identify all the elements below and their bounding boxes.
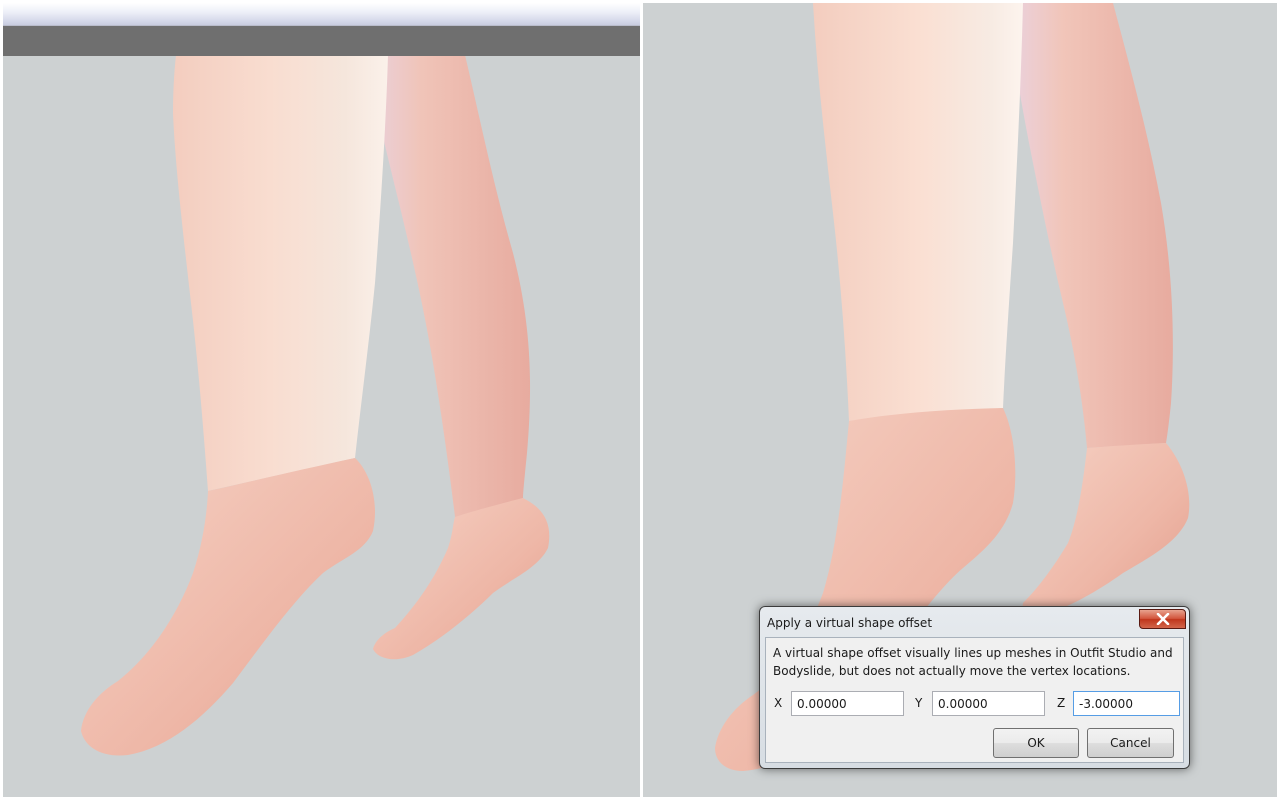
cancel-button[interactable]: Cancel — [1087, 728, 1174, 758]
dialog-titlebar[interactable]: Apply a virtual shape offset — [760, 607, 1189, 637]
dialog-message: A virtual shape offset visually lines up… — [773, 644, 1173, 680]
ok-button[interactable]: OK — [993, 728, 1079, 758]
back-foot — [1022, 443, 1190, 616]
dialog-message-line-2: Bodyslide, but does not actually move th… — [773, 664, 1131, 678]
left-3d-viewport[interactable] — [3, 3, 640, 797]
close-icon — [1156, 613, 1169, 625]
left-panel-titlebar — [3, 3, 640, 26]
front-leg — [173, 55, 388, 491]
front-foot — [81, 458, 375, 756]
close-button[interactable] — [1139, 609, 1186, 629]
screenshot-root: Apply a virtual shape offset A virtual s… — [0, 0, 1280, 800]
x-offset-input[interactable] — [791, 691, 904, 716]
x-label: X — [774, 696, 783, 710]
left-panel-header-bar — [3, 26, 640, 56]
z-label: Z — [1057, 696, 1066, 710]
front-leg — [813, 3, 1023, 421]
virtual-shape-offset-dialog: Apply a virtual shape offset A virtual s… — [759, 606, 1190, 769]
dialog-message-line-1: A virtual shape offset visually lines up… — [773, 646, 1173, 660]
left-scene — [81, 55, 550, 756]
back-leg — [1005, 3, 1173, 448]
back-foot — [373, 498, 550, 660]
dialog-body: A virtual shape offset visually lines up… — [765, 637, 1184, 763]
y-label: Y — [915, 696, 923, 710]
back-leg — [363, 55, 531, 517]
y-offset-input[interactable] — [932, 691, 1045, 716]
dialog-title: Apply a virtual shape offset — [767, 616, 933, 630]
z-offset-input[interactable] — [1073, 691, 1180, 716]
